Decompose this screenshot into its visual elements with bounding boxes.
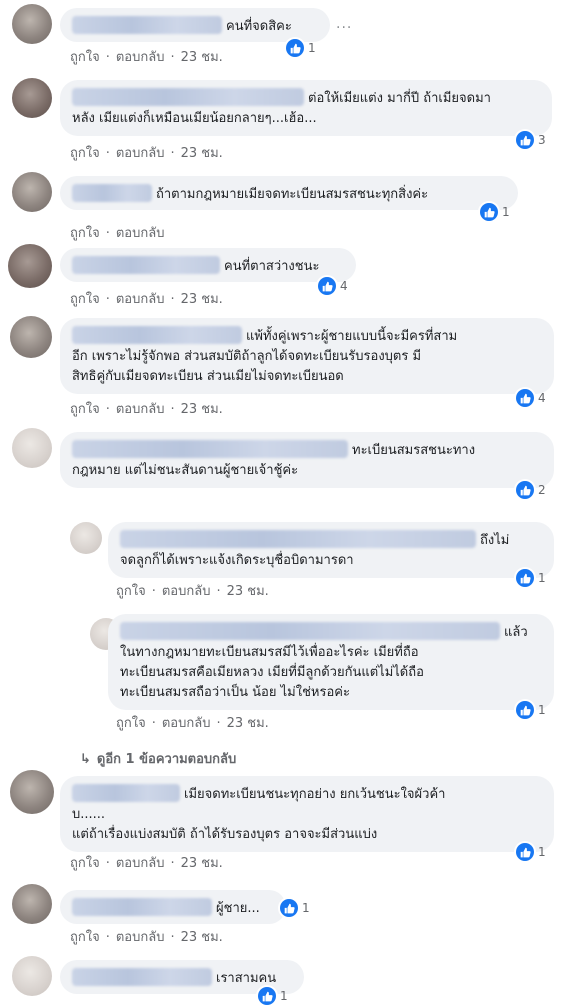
like-link[interactable]: ถูกใจ: [70, 930, 100, 945]
timestamp[interactable]: 23 ชม.: [181, 50, 223, 65]
like-icon: [516, 389, 534, 407]
more-options-icon[interactable]: ···: [336, 20, 352, 36]
reply-link[interactable]: ตอบกลับ: [162, 584, 211, 599]
like-icon: [516, 131, 534, 149]
commenter-name-redacted[interactable]: [72, 898, 212, 916]
reply-link[interactable]: ตอบกลับ: [116, 146, 165, 161]
timestamp[interactable]: 23 ชม.: [227, 584, 269, 599]
reply-link[interactable]: ตอบกลับ: [116, 930, 165, 945]
reply-link[interactable]: ตอบกลับ: [116, 856, 165, 871]
like-icon: [258, 987, 276, 1005]
comment-actions: ถูกใจ · ตอบกลับ · 23 ชม.: [116, 584, 269, 599]
reaction-count[interactable]: 1: [286, 38, 316, 58]
comment-actions: ถูกใจ · ตอบกลับ · 23 ชม.: [70, 856, 223, 871]
comment-bubble: แพ้ทั้งคู่เพราะผู้ชายแบบนี้จะมีครที่สาม …: [60, 318, 554, 394]
avatar[interactable]: [10, 770, 54, 814]
reaction-count[interactable]: 1: [516, 842, 546, 862]
like-link[interactable]: ถูกใจ: [70, 292, 100, 307]
like-link[interactable]: ถูกใจ: [70, 402, 100, 417]
reply-link[interactable]: ตอบกลับ: [116, 226, 165, 241]
comment-bubble: ต่อให้เมียแต่ง มากี่ปี ถ้าเมียจดมา หลัง …: [60, 80, 552, 136]
comment-text: คนที่ตาสว่างชนะ: [224, 259, 320, 274]
avatar[interactable]: [12, 956, 52, 996]
commenter-name-redacted[interactable]: [72, 968, 212, 986]
commenter-name-redacted[interactable]: [120, 530, 476, 548]
comment-actions: ถูกใจ · ตอบกลับ · 23 ชม.: [70, 50, 223, 65]
comment-text: เราสามคน: [216, 971, 277, 986]
like-icon: [480, 203, 498, 221]
avatar[interactable]: [8, 244, 52, 288]
timestamp[interactable]: 23 ชม.: [181, 930, 223, 945]
comment-text: ถ้าตามกฎหมายเมียจดทะเบียนสมรสชนะทุกสิ่งค…: [156, 187, 429, 202]
reply-arrow-icon: ↳: [80, 752, 91, 767]
comment-bubble: คนที่จดสิคะ: [60, 8, 330, 42]
comment-actions: ถูกใจ · ตอบกลับ · 23 ชม.: [70, 146, 223, 161]
timestamp[interactable]: 23 ชม.: [227, 716, 269, 731]
avatar[interactable]: [12, 428, 52, 468]
reaction-count[interactable]: 4: [516, 388, 546, 408]
like-icon: [280, 899, 298, 917]
reaction-count[interactable]: 1: [258, 986, 288, 1006]
comment-bubble: ผู้ชาย...: [60, 890, 286, 924]
reply-link[interactable]: ตอบกลับ: [162, 716, 211, 731]
reply-link[interactable]: ตอบกลับ: [116, 402, 165, 417]
commenter-name-redacted[interactable]: [72, 16, 222, 34]
like-icon: [516, 701, 534, 719]
comment-bubble: คนที่ตาสว่างชนะ: [60, 248, 356, 282]
commenter-name-redacted[interactable]: [72, 326, 242, 344]
reaction-count[interactable]: 1: [516, 700, 546, 720]
reply-link[interactable]: ตอบกลับ: [116, 50, 165, 65]
comment-bubble: แล้ว ในทางกฎหมายทะเบียนสมรสมีไว้เพื่ออะไ…: [108, 614, 554, 710]
comment-bubble: ถ้าตามกฎหมายเมียจดทะเบียนสมรสชนะทุกสิ่งค…: [60, 176, 518, 210]
comment-text: ผู้ชาย...: [216, 901, 260, 916]
reaction-count[interactable]: 1: [516, 568, 546, 588]
avatar[interactable]: [10, 316, 52, 358]
timestamp[interactable]: 23 ชม.: [181, 146, 223, 161]
like-link[interactable]: ถูกใจ: [70, 226, 100, 241]
reply-link[interactable]: ตอบกลับ: [116, 292, 165, 307]
like-icon: [286, 39, 304, 57]
reaction-count[interactable]: 4: [318, 276, 348, 296]
comment-thread: คนที่จดสิคะ 1 ··· ถูกใจ · ตอบกลับ · 23 ชม. ต…: [0, 0, 585, 1005]
commenter-name-redacted[interactable]: [72, 784, 180, 802]
like-link[interactable]: ถูกใจ: [116, 584, 146, 599]
timestamp[interactable]: 23 ชม.: [181, 402, 223, 417]
timestamp[interactable]: 23 ชม.: [181, 292, 223, 307]
like-icon: [516, 481, 534, 499]
comment-text: คนที่จดสิคะ: [226, 19, 292, 34]
reaction-count[interactable]: 1: [480, 202, 510, 222]
timestamp[interactable]: 23 ชม.: [181, 856, 223, 871]
comment-actions: ถูกใจ · ตอบกลับ · 23 ชม.: [70, 402, 223, 417]
comment-actions: ถูกใจ · ตอบกลับ · 23 ชม.: [70, 930, 223, 945]
like-icon: [318, 277, 336, 295]
commenter-name-redacted[interactable]: [72, 184, 152, 202]
comment-bubble: ถึงไม่ จดลูกก็ได้เพราะแจ้งเกิดระบุชื่อบิ…: [108, 522, 554, 578]
reaction-count[interactable]: 2: [516, 480, 546, 500]
like-icon: [516, 843, 534, 861]
comment-bubble: เมียจดทะเบียนชนะทุกอย่าง ยกเว้นชนะใจผัวค…: [60, 776, 554, 852]
commenter-name-redacted[interactable]: [72, 440, 348, 458]
avatar[interactable]: [12, 78, 52, 118]
commenter-name-redacted[interactable]: [72, 88, 304, 106]
like-link[interactable]: ถูกใจ: [70, 50, 100, 65]
view-more-replies-link[interactable]: ↳ ดูอีก 1 ข้อความตอบกลับ: [80, 748, 236, 769]
like-link[interactable]: ถูกใจ: [116, 716, 146, 731]
avatar[interactable]: [70, 522, 102, 554]
like-link[interactable]: ถูกใจ: [70, 856, 100, 871]
comment-bubble: ทะเบียนสมรสชนะทาง กฎหมาย แต่ไม่ชนะสันดาน…: [60, 432, 554, 488]
commenter-name-redacted[interactable]: [72, 256, 220, 274]
avatar[interactable]: [12, 4, 52, 44]
commenter-name-redacted[interactable]: [120, 622, 500, 640]
like-icon: [516, 569, 534, 587]
reaction-count[interactable]: 1: [280, 898, 310, 918]
comment-actions: ถูกใจ · ตอบกลับ: [70, 226, 165, 241]
comment-actions: ถูกใจ · ตอบกลับ · 23 ชม.: [116, 716, 269, 731]
avatar[interactable]: [12, 884, 52, 924]
like-link[interactable]: ถูกใจ: [70, 146, 100, 161]
reaction-count[interactable]: 3: [516, 130, 546, 150]
avatar[interactable]: [12, 172, 52, 212]
comment-actions: ถูกใจ · ตอบกลับ · 23 ชม.: [70, 292, 223, 307]
